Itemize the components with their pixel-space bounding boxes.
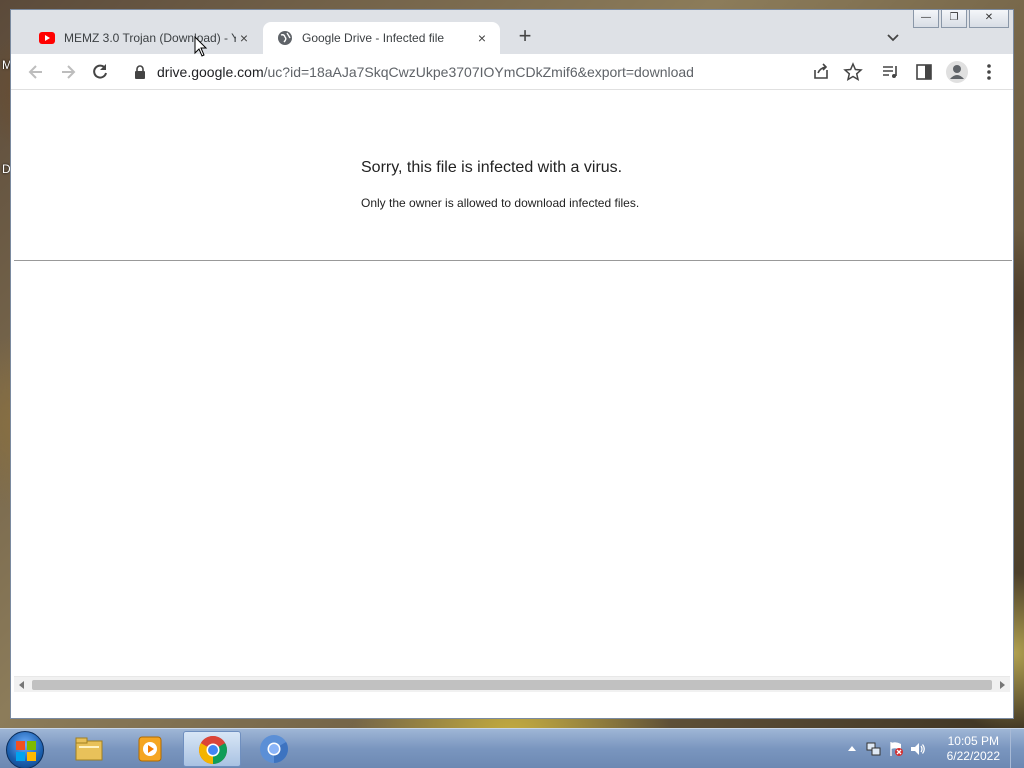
url-path: /uc?id=18aAJa7SkqCwzUkpe3707IOYmCDkZmif6… [263, 64, 694, 80]
mouse-cursor-icon [194, 36, 208, 57]
explorer-icon [75, 737, 103, 761]
media-player-icon [138, 736, 162, 762]
reload-icon[interactable] [90, 62, 110, 82]
clock-date: 6/22/2022 [946, 749, 1000, 763]
chrome-icon [199, 736, 227, 764]
taskbar-media-player[interactable] [121, 731, 179, 767]
show-desktop-button[interactable] [1010, 729, 1024, 768]
taskbar-chromium[interactable] [245, 731, 303, 767]
tab-search-chevron-icon[interactable] [883, 28, 903, 48]
url-text[interactable]: drive.google.com/uc?id=18aAJa7SkqCwzUkpe… [157, 64, 694, 80]
windows-logo-icon [16, 741, 36, 761]
horizontal-scrollbar[interactable] [14, 676, 1010, 692]
side-panel-icon[interactable] [914, 62, 934, 82]
forward-icon[interactable] [58, 62, 78, 82]
bookmark-star-icon[interactable] [843, 62, 863, 82]
new-tab-button[interactable]: + [513, 25, 537, 49]
tab-title: Google Drive - Infected file [302, 31, 445, 45]
close-tab-icon[interactable]: × [236, 30, 252, 46]
tab-memz-youtube[interactable]: MEMZ 3.0 Trojan (Download) - Y × [25, 22, 262, 54]
window-controls: — ❐ ✕ [913, 10, 1009, 28]
network-icon[interactable] [866, 741, 882, 757]
taskbar: 10:05 PM 6/22/2022 [0, 728, 1024, 768]
media-queue-icon[interactable] [881, 62, 901, 82]
page-content: Sorry, this file is infected with a viru… [11, 91, 1013, 697]
page-message: Only the owner is allowed to download in… [361, 196, 640, 210]
page-title: Sorry, this file is infected with a viru… [361, 159, 623, 176]
tab-google-drive[interactable]: Google Drive - Infected file × [263, 22, 500, 54]
restore-button[interactable]: ❐ [941, 10, 967, 28]
clock-time: 10:05 PM [947, 734, 999, 748]
taskbar-chrome[interactable] [183, 731, 241, 767]
profile-avatar-icon[interactable] [946, 61, 968, 83]
close-tab-icon[interactable]: × [474, 30, 490, 46]
url-host: drive.google.com [157, 64, 264, 80]
start-button[interactable] [6, 731, 44, 768]
kebab-menu-icon[interactable] [979, 62, 999, 82]
close-window-button[interactable]: ✕ [969, 10, 1009, 28]
scroll-left-icon[interactable] [17, 680, 27, 690]
lock-icon[interactable] [133, 64, 147, 80]
back-icon[interactable] [26, 62, 46, 82]
action-center-flag-icon[interactable] [888, 741, 904, 757]
youtube-icon [39, 32, 55, 44]
show-hidden-icons-icon[interactable] [844, 741, 860, 757]
browser-window: MEMZ 3.0 Trojan (Download) - Y × Google … [10, 9, 1014, 719]
minimize-button[interactable]: — [913, 10, 939, 28]
volume-icon[interactable] [910, 741, 926, 757]
divider [14, 260, 1012, 261]
chromium-icon [260, 735, 288, 763]
browser-toolbar: drive.google.com/uc?id=18aAJa7SkqCwzUkpe… [11, 54, 1013, 90]
globe-icon [278, 31, 292, 45]
system-tray: 10:05 PM 6/22/2022 [834, 729, 1024, 768]
scroll-right-icon[interactable] [997, 680, 1007, 690]
tab-strip: MEMZ 3.0 Trojan (Download) - Y × Google … [11, 10, 1013, 54]
address-bar[interactable]: drive.google.com/uc?id=18aAJa7SkqCwzUkpe… [123, 58, 867, 86]
tab-title: MEMZ 3.0 Trojan (Download) - Y [64, 31, 236, 45]
share-icon[interactable] [811, 62, 831, 82]
taskbar-explorer[interactable] [60, 731, 118, 767]
system-clock[interactable]: 10:05 PM 6/22/2022 [947, 734, 1000, 764]
scrollbar-thumb[interactable] [32, 680, 992, 690]
